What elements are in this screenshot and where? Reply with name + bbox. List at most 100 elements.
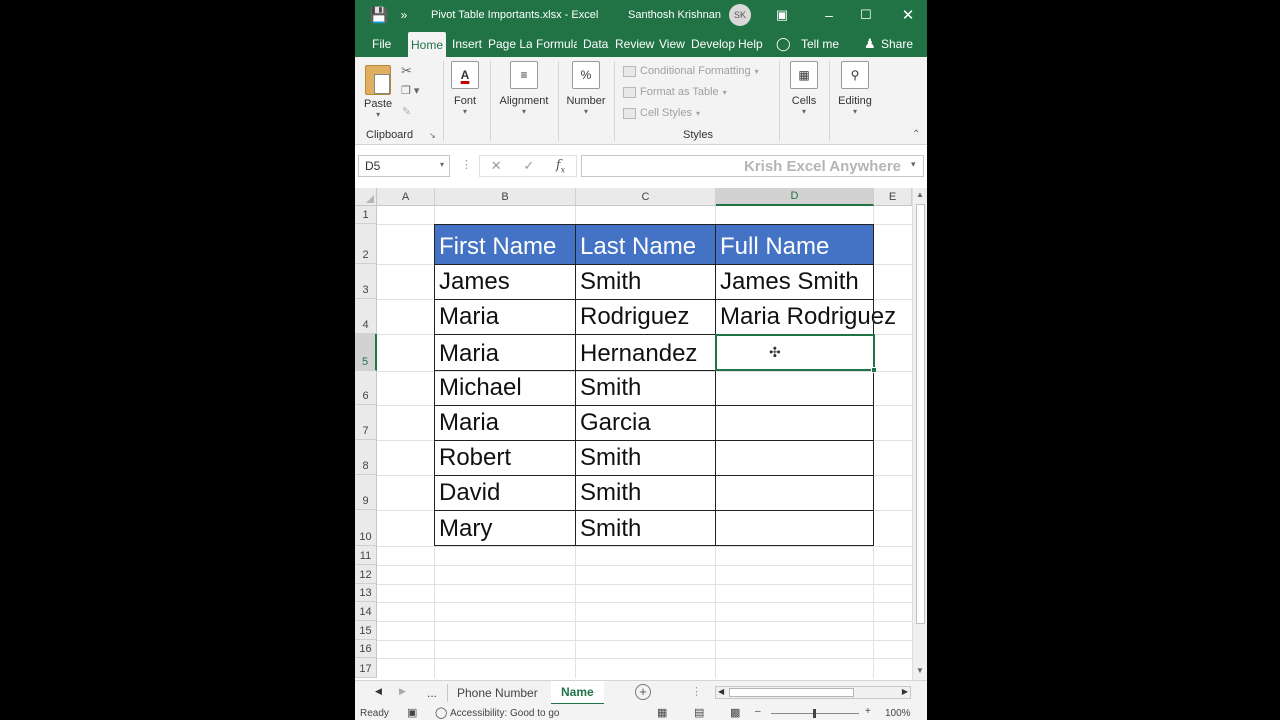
normal-view-icon[interactable]: ▦ <box>657 706 667 719</box>
cell-c7[interactable]: Garcia <box>576 405 651 440</box>
tab-data[interactable]: Data <box>580 30 611 57</box>
horizontal-scrollbar-thumb[interactable] <box>729 688 854 697</box>
scrollbar-thumb[interactable] <box>916 204 925 624</box>
column-header-d[interactable]: D <box>716 188 874 206</box>
cell-c10[interactable]: Smith <box>576 510 641 546</box>
row-header-2[interactable]: 2 <box>355 224 377 264</box>
row-header-3[interactable]: 3 <box>355 264 377 299</box>
row-header-15[interactable]: 15 <box>355 621 377 640</box>
cell-b5[interactable]: Maria <box>435 334 499 371</box>
cut-icon[interactable]: ✂ <box>401 63 412 79</box>
scroll-down-icon[interactable]: ▼ <box>916 666 924 675</box>
cell-c8[interactable]: Smith <box>576 440 641 475</box>
save-icon[interactable]: 💾 <box>369 0 389 30</box>
tab-review[interactable]: Review <box>612 30 657 57</box>
next-sheet-icon[interactable]: ▶ <box>399 686 406 697</box>
alignment-button[interactable]: ≡ Alignment ▾ <box>497 61 551 116</box>
tab-view[interactable]: View <box>656 30 688 57</box>
cell-c9[interactable]: Smith <box>576 475 641 510</box>
tab-help[interactable]: Help <box>735 30 766 57</box>
tab-home[interactable]: Home <box>408 32 446 57</box>
format-painter-icon[interactable]: ✎ <box>402 105 411 118</box>
cell-c6[interactable]: Smith <box>576 371 641 405</box>
zoom-in-icon[interactable]: + <box>865 706 871 717</box>
accessibility-status[interactable]: Accessibility: Good to go <box>450 708 560 719</box>
expand-formula-bar-icon[interactable]: ▾ <box>911 159 916 170</box>
sheet-tab-phone-number[interactable]: Phone Number <box>447 681 548 705</box>
header-cell-first-name[interactable]: First Name <box>435 225 575 264</box>
cell-d4[interactable]: Maria Rodriguez <box>716 299 896 334</box>
tab-formulas[interactable]: Formula <box>533 30 577 57</box>
sheet-overflow-button[interactable]: ... <box>417 681 447 705</box>
conditional-formatting-button[interactable]: Conditional Formatting ▾ <box>623 65 759 77</box>
row-header-17[interactable]: 17 <box>355 658 377 678</box>
row-header-4[interactable]: 4 <box>355 299 377 334</box>
insert-function-icon[interactable]: fx <box>556 158 565 175</box>
horizontal-scrollbar[interactable]: ◀ ▶ <box>715 686 911 699</box>
cell-b3[interactable]: James <box>435 264 510 299</box>
share-button[interactable]: Share <box>878 30 916 57</box>
zoom-slider-thumb[interactable] <box>813 709 816 718</box>
formula-input[interactable]: Krish Excel Anywhere <box>581 155 924 177</box>
copy-icon[interactable]: ❐ ▾ <box>401 84 419 97</box>
tab-page-layout[interactable]: Page La <box>485 30 532 57</box>
cell-b10[interactable]: Mary <box>435 510 492 546</box>
row-header-12[interactable]: 12 <box>355 565 377 584</box>
prev-sheet-icon[interactable]: ◀ <box>375 686 382 697</box>
editing-button[interactable]: ⚲ Editing ▾ <box>835 61 875 116</box>
select-all-button[interactable] <box>355 188 377 206</box>
font-button[interactable]: A Font ▾ <box>450 61 480 116</box>
tell-me-search[interactable]: Tell me <box>798 30 842 57</box>
selected-cell-d5[interactable]: ✣ <box>715 334 877 373</box>
row-header-9[interactable]: 9 <box>355 475 377 510</box>
add-sheet-icon[interactable]: + <box>635 684 651 700</box>
zoom-slider[interactable] <box>771 709 859 718</box>
format-as-table-button[interactable]: Format as Table ▾ <box>623 86 727 98</box>
cell-c5[interactable]: Hernandez <box>576 334 697 371</box>
paste-button[interactable]: Paste ▾ <box>364 65 392 119</box>
vertical-scrollbar[interactable]: ▲ ▼ <box>912 188 927 680</box>
row-header-14[interactable]: 14 <box>355 602 377 621</box>
row-header-13[interactable]: 13 <box>355 584 377 602</box>
cell-b8[interactable]: Robert <box>435 440 511 475</box>
cell-b6[interactable]: Michael <box>435 371 522 405</box>
name-box[interactable]: D5 ▾ <box>358 155 450 177</box>
column-header-e[interactable]: E <box>874 188 912 206</box>
column-header-c[interactable]: C <box>576 188 716 206</box>
sheet-tab-name[interactable]: Name <box>551 681 604 705</box>
row-header-16[interactable]: 16 <box>355 640 377 658</box>
cell-styles-button[interactable]: Cell Styles ▾ <box>623 107 700 119</box>
column-header-a[interactable]: A <box>377 188 435 206</box>
quick-access-more-icon[interactable]: » <box>397 0 411 30</box>
zoom-out-icon[interactable]: – <box>755 706 761 717</box>
cells-button[interactable]: ▦ Cells ▾ <box>787 61 821 116</box>
row-header-6[interactable]: 6 <box>355 371 377 405</box>
page-layout-view-icon[interactable]: ▤ <box>694 706 704 719</box>
header-cell-full-name[interactable]: Full Name <box>716 225 873 264</box>
cell-c3[interactable]: Smith <box>576 264 641 299</box>
zoom-level[interactable]: 100% <box>885 708 911 719</box>
dialog-launcher-icon[interactable]: ↘ <box>429 131 436 140</box>
tab-insert[interactable]: Insert <box>449 30 485 57</box>
collapse-ribbon-icon[interactable]: ⌃ <box>912 129 920 140</box>
cell-c4[interactable]: Rodriguez <box>576 299 689 334</box>
ribbon-display-options-icon[interactable]: ▣ <box>773 0 791 30</box>
row-header-5[interactable]: 5 <box>355 334 377 371</box>
cell-d3[interactable]: James Smith <box>716 264 859 299</box>
page-break-view-icon[interactable]: ▩ <box>730 706 740 719</box>
scroll-up-icon[interactable]: ▲ <box>916 190 924 199</box>
tab-developer[interactable]: Develop <box>688 30 738 57</box>
cell-b7[interactable]: Maria <box>435 405 499 440</box>
macro-recording-icon[interactable]: ▣ <box>407 706 417 719</box>
scroll-left-icon[interactable]: ◀ <box>718 687 724 696</box>
header-cell-last-name[interactable]: Last Name <box>576 225 715 264</box>
cell-b4[interactable]: Maria <box>435 299 499 334</box>
cancel-icon[interactable]: ✕ <box>491 158 502 174</box>
close-icon[interactable]: ✕ <box>900 0 916 30</box>
row-header-7[interactable]: 7 <box>355 405 377 440</box>
cell-b9[interactable]: David <box>435 475 500 510</box>
tab-file[interactable]: File <box>369 30 394 57</box>
minimize-icon[interactable]: – <box>822 0 836 30</box>
maximize-icon[interactable]: ☐ <box>859 0 873 30</box>
row-header-1[interactable]: 1 <box>355 206 377 224</box>
